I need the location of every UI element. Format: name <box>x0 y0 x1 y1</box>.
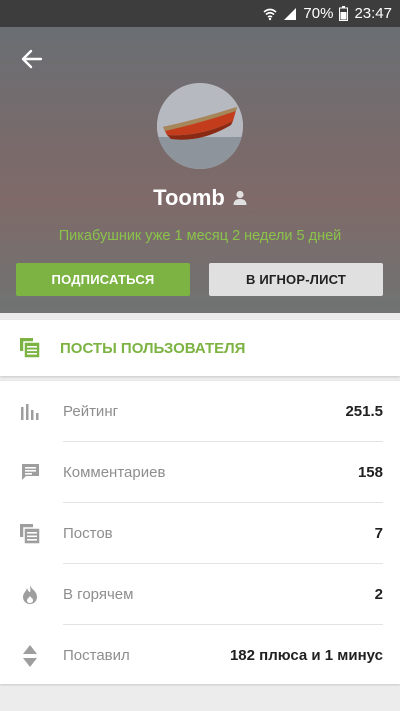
stat-row-comments: Комментариев 158 <box>0 442 400 503</box>
username: Toomb <box>153 185 225 210</box>
posts-icon <box>20 523 40 544</box>
stat-name: Поставил <box>63 647 130 664</box>
stat-row-votes: Поставил 182 плюса и 1 минус <box>0 625 400 686</box>
back-button[interactable] <box>18 45 46 73</box>
profile-header: Toomb Пикабушник уже 1 месяц 2 недели 5 … <box>0 27 400 313</box>
stat-name: Комментариев <box>63 464 166 481</box>
arrow-back-icon <box>21 49 43 69</box>
stat-value: 182 плюса и 1 минус <box>229 647 383 664</box>
user-stats: Рейтинг 251.5 Комментариев 158 Постов 7 … <box>0 381 400 684</box>
stat-row-posts: Постов 7 <box>0 503 400 564</box>
username-row: Toomb <box>0 185 400 211</box>
flame-icon <box>20 585 40 605</box>
posts-icon <box>20 338 40 358</box>
signal-icon <box>283 7 297 21</box>
user-icon <box>233 190 247 205</box>
stat-value: 7 <box>374 525 383 542</box>
user-posts-label: ПОСТЫ ПОЛЬЗОВАТЕЛЯ <box>60 339 246 357</box>
stat-name: Рейтинг <box>63 403 119 420</box>
user-posts-link[interactable]: ПОСТЫ ПОЛЬЗОВАТЕЛЯ <box>0 320 400 376</box>
wifi-icon <box>263 7 277 21</box>
stat-name: В горячем <box>63 586 134 603</box>
stat-value: 2 <box>374 586 383 603</box>
stat-value: 158 <box>357 464 383 481</box>
subscribe-button[interactable]: ПОДПИСАТЬСЯ <box>16 263 190 296</box>
battery-percent: 70% <box>303 5 334 22</box>
stat-row-rating: Рейтинг 251.5 <box>0 381 400 442</box>
comment-icon <box>20 463 40 483</box>
vote-arrows-icon <box>20 644 40 667</box>
ignore-list-button[interactable]: В ИГНОР-ЛИСТ <box>209 263 383 296</box>
battery-icon <box>339 6 349 21</box>
stat-row-hot: В горячем 2 <box>0 564 400 625</box>
avatar <box>157 83 243 169</box>
status-bar: 70% 23:47 <box>0 0 400 27</box>
stat-value: 251.5 <box>345 403 383 420</box>
membership-duration: Пикабушник уже 1 месяц 2 недели 5 дней <box>58 228 342 244</box>
bar-chart-icon <box>20 402 40 422</box>
clock: 23:47 <box>354 5 392 22</box>
stat-name: Постов <box>63 525 113 542</box>
